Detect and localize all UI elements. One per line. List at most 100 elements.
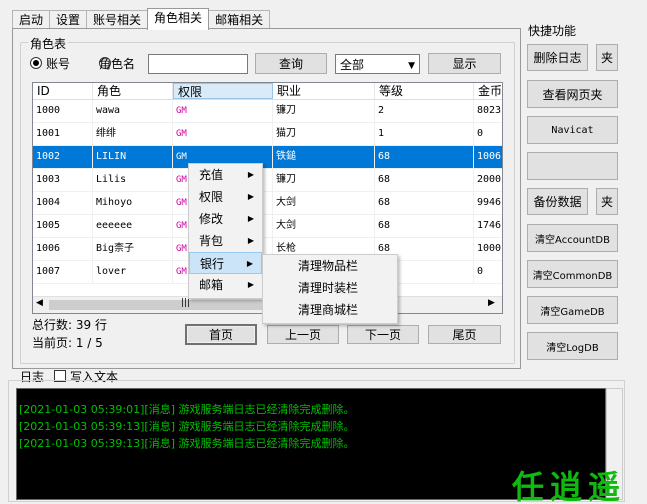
grip-icon: ||| xyxy=(181,298,191,308)
first-page-button[interactable]: 首页 xyxy=(186,325,256,344)
total-rows-label: 总行数: 39 行 xyxy=(32,318,107,332)
table-cell: Lilis xyxy=(93,169,173,192)
table-row[interactable]: 1003 Lilis GM 镰刀 68 2000 xyxy=(33,169,502,192)
scroll-right-icon[interactable]: ▶ xyxy=(488,298,495,308)
table-cell: GM xyxy=(173,100,273,123)
clear-accountdb-button[interactable]: 清空AccountDB xyxy=(527,224,618,252)
column-header-job[interactable]: 职业 xyxy=(273,83,375,99)
submenu-clear-items[interactable]: 清理物品栏 xyxy=(263,255,397,277)
menu-item-label: 充值 xyxy=(199,168,224,182)
radio-account[interactable] xyxy=(30,57,42,69)
next-page-button[interactable]: 下一页 xyxy=(347,325,419,344)
submenu-arrow-icon: ▶ xyxy=(247,280,254,289)
table-cell: LILIN xyxy=(93,146,173,169)
submenu-arrow-icon: ▶ xyxy=(247,170,254,179)
delete-log-button[interactable]: 删除日志 xyxy=(527,44,588,71)
submenu-clear-mall[interactable]: 清理商城栏 xyxy=(263,299,397,321)
radio-account-label: 账号 xyxy=(46,57,71,71)
menu-item-label: 银行 xyxy=(200,257,225,271)
log-line: [2021-01-03 05:39:13][消息] 游戏服务端日志已经清除完成删… xyxy=(19,437,355,450)
table-cell: 猫刀 xyxy=(273,123,375,146)
table-cell: 1006 xyxy=(474,146,502,169)
show-button[interactable]: 显示 xyxy=(428,53,501,74)
table-cell: 68 xyxy=(375,169,474,192)
table-cell: 0 xyxy=(474,123,502,146)
column-header-gold[interactable]: 金币 xyxy=(474,83,502,99)
column-header-role[interactable]: 角色 xyxy=(93,83,173,99)
clear-gamedb-button[interactable]: 清空GameDB xyxy=(527,296,618,324)
tab-account[interactable]: 账号相关 xyxy=(86,10,149,30)
blank-button[interactable] xyxy=(527,152,618,180)
table-cell: 68 xyxy=(375,215,474,238)
scroll-left-icon[interactable]: ◀ xyxy=(36,298,43,308)
prev-page-button[interactable]: 上一页 xyxy=(267,325,339,344)
bank-submenu: 清理物品栏 清理时装栏 清理商城栏 xyxy=(262,254,398,324)
table-cell: 1002 xyxy=(33,146,93,169)
context-menu: 充值 ▶ 权限 ▶ 修改 ▶ 背包 ▶ 银行 ▶ 邮箱 ▶ xyxy=(188,163,263,299)
submenu-clear-fashion[interactable]: 清理时装栏 xyxy=(263,277,397,299)
query-button[interactable]: 查询 xyxy=(255,53,327,74)
menu-item-mailbox[interactable]: 邮箱 ▶ xyxy=(189,274,262,296)
table-row[interactable]: 1000 wawa GM 镰刀 2 8023 xyxy=(33,100,502,123)
clear-commondb-button[interactable]: 清空CommonDB xyxy=(527,260,618,288)
last-page-button[interactable]: 尾页 xyxy=(428,325,501,344)
log-line: [2021-01-03 05:39:13][消息] 游戏服务端日志已经清除完成删… xyxy=(19,420,355,433)
column-header-id[interactable]: ID xyxy=(33,83,93,99)
chevron-down-icon: ▼ xyxy=(408,61,415,71)
filter-select-value: 全部 xyxy=(340,57,365,72)
menu-item-bank[interactable]: 银行 ▶ xyxy=(189,252,262,274)
table-row[interactable]: 1001 绯绯 GM 猫刀 1 0 xyxy=(33,123,502,146)
open-backup-folder-button[interactable]: 夹 xyxy=(596,188,618,215)
table-cell: 2000 xyxy=(474,169,502,192)
menu-item-recharge[interactable]: 充值 ▶ xyxy=(189,164,262,186)
menu-item-label: 修改 xyxy=(199,212,224,226)
table-cell: 68 xyxy=(375,192,474,215)
table-cell: 绯绯 xyxy=(93,123,173,146)
backup-data-button[interactable]: 备份数据 xyxy=(527,188,588,215)
table-cell: 0 xyxy=(474,261,502,284)
table-cell: wawa xyxy=(93,100,173,123)
submenu-arrow-icon: ▶ xyxy=(247,236,254,245)
table-cell: 1003 xyxy=(33,169,93,192)
table-cell: 8023 xyxy=(474,100,502,123)
table-cell: 1006 xyxy=(33,238,93,261)
submenu-arrow-icon: ▶ xyxy=(247,192,254,201)
view-web-folder-button[interactable]: 查看网页夹 xyxy=(527,80,618,108)
table-cell: 1 xyxy=(375,123,474,146)
table-cell: 1004 xyxy=(33,192,93,215)
current-page-label: 当前页: 1 / 5 xyxy=(32,336,103,350)
open-log-folder-button[interactable]: 夹 xyxy=(596,44,618,71)
menu-item-label: 背包 xyxy=(199,234,224,248)
menu-item-label: 邮箱 xyxy=(199,278,224,292)
table-cell: Big柰子 xyxy=(93,238,173,261)
search-input[interactable] xyxy=(148,54,248,74)
table-row[interactable]: 1004 Mihoyo GM 大剑 68 9946 xyxy=(33,192,502,215)
tab-bar: 启动 设置 账号相关 角色相关 邮箱相关 xyxy=(12,8,271,30)
table-cell: 2 xyxy=(375,100,474,123)
table-cell: 铁鎚 xyxy=(273,146,375,169)
tab-start[interactable]: 启动 xyxy=(12,10,51,30)
table-cell: 1007 xyxy=(33,261,93,284)
tab-settings[interactable]: 设置 xyxy=(49,10,88,30)
table-cell: 1000 xyxy=(33,100,93,123)
table-row[interactable]: 1005 eeeeee GM 大剑 68 1746 xyxy=(33,215,502,238)
table-cell: 1746 xyxy=(474,215,502,238)
table-cell: 镰刀 xyxy=(273,169,375,192)
menu-item-bag[interactable]: 背包 ▶ xyxy=(189,230,262,252)
log-line: [2021-01-03 05:39:01][消息] 游戏服务端日志已经清除完成删… xyxy=(19,403,355,416)
column-header-level[interactable]: 等级 xyxy=(375,83,474,99)
menu-item-permission[interactable]: 权限 ▶ xyxy=(189,186,262,208)
tab-mail[interactable]: 邮箱相关 xyxy=(208,10,271,30)
navicat-button[interactable]: Navicat xyxy=(527,116,618,144)
column-header-permission[interactable]: 权限 xyxy=(173,83,273,99)
filter-select[interactable]: 全部 ▼ xyxy=(335,54,420,74)
clear-logdb-button[interactable]: 清空LogDB xyxy=(527,332,618,360)
submenu-arrow-icon: ▶ xyxy=(246,259,253,268)
table-cell: 大剑 xyxy=(273,215,375,238)
table-row[interactable]: 1002 LILIN GM 铁鎚 68 1006 xyxy=(33,146,502,169)
tab-role[interactable]: 角色相关 xyxy=(147,8,210,30)
logo: 任逍遥 xyxy=(512,468,627,504)
table-cell: 大剑 xyxy=(273,192,375,215)
menu-item-modify[interactable]: 修改 ▶ xyxy=(189,208,262,230)
submenu-arrow-icon: ▶ xyxy=(247,214,254,223)
